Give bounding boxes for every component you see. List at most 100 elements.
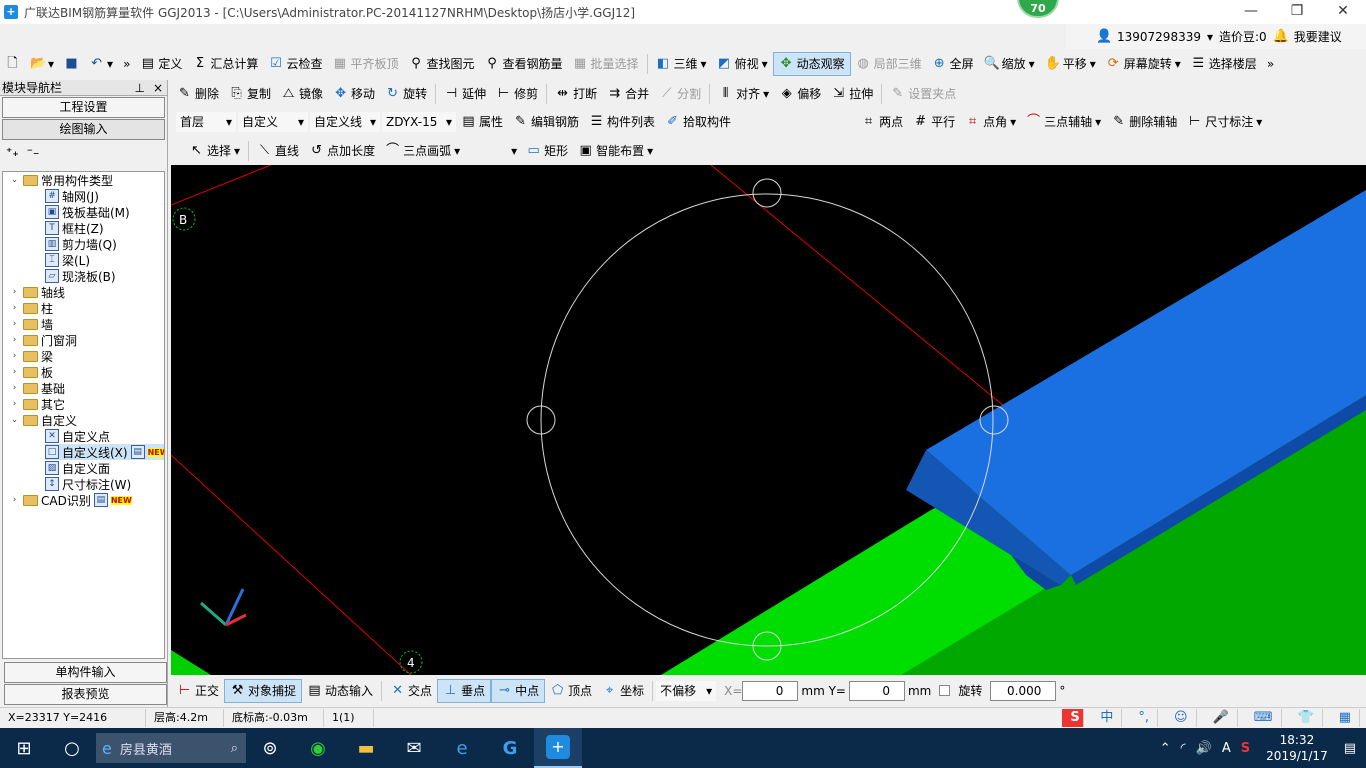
undo-button[interactable]: ↶ ▾ [84, 52, 118, 76]
ime-a-icon[interactable]: A [1222, 741, 1231, 756]
tree-item-custom-face[interactable]: ▨ 自定义面 [45, 460, 110, 476]
parallel-axis-button[interactable]: # 平行 [908, 110, 960, 134]
line-button[interactable]: ⟍ 直线 [252, 139, 304, 163]
rotate-button[interactable]: ↻ 旋转 [380, 82, 432, 106]
coordinate-snap[interactable]: ⌖ 坐标 [597, 679, 649, 703]
save-button[interactable]: ■ [59, 52, 84, 76]
network-icon[interactable]: ◜ [1181, 741, 1186, 756]
stretch-button[interactable]: ⇲ 拉伸 [826, 82, 878, 106]
vertex-snap[interactable]: ⬠ 顶点 [545, 679, 597, 703]
smart-layout-button[interactable]: ▣ 智能布置 ▾ [573, 139, 658, 163]
tree-item-raft[interactable]: ▣ 筏板基础(M) [45, 204, 130, 220]
tree-item-slab[interactable]: ▱ 现浇板(B) [45, 268, 116, 284]
ortho-toggle[interactable]: ⊢ 正交 [172, 679, 224, 703]
offset-select[interactable]: 不偏移 ▾ [656, 680, 717, 701]
clock[interactable]: 18:32 2019/1/17 [1260, 732, 1334, 764]
three-point-arc-button[interactable]: ⌒ 三点画弧 ▾ [380, 139, 465, 163]
select-button[interactable]: ↖ 选择 ▾ [184, 139, 245, 163]
tree-item-walls[interactable]: › 墙 [9, 316, 53, 332]
perpendicular-snap[interactable]: ⊥ 垂点 [437, 678, 492, 703]
rectangle-button[interactable]: ▭ 矩形 [521, 139, 573, 163]
tree-item-grid[interactable]: # 轴网(J) [45, 188, 99, 204]
viewport-3d[interactable]: B 4 [171, 165, 1366, 675]
define-button[interactable]: ▤ 定义 [135, 52, 187, 76]
windows-start-icon[interactable]: ⊞ [0, 728, 48, 768]
zoom-button[interactable]: 🔍 缩放 ▾ [979, 52, 1040, 76]
beans-count[interactable]: 造价豆:0 [1219, 28, 1267, 45]
user-account[interactable]: 13907298339 [1117, 30, 1201, 44]
sogou-icon[interactable]: S [1062, 709, 1085, 727]
merge-button[interactable]: ⇉ 合并 [602, 82, 654, 106]
panel-close-icon[interactable]: × [153, 81, 163, 95]
open-file-button[interactable]: 📂 ▾ [25, 52, 59, 76]
select-floor-button[interactable]: ☰ 选择楼层 [1186, 52, 1262, 76]
type-select[interactable]: 自定义 ▾ [238, 111, 308, 132]
drawing-canvas[interactable]: B 4 [171, 165, 1366, 675]
glodon-app-icon[interactable]: G [486, 728, 534, 768]
volume-icon[interactable]: 🔊 [1196, 741, 1212, 756]
midpoint-snap[interactable]: ⊸ 中点 [491, 678, 546, 703]
edge-icon[interactable]: e [438, 728, 486, 768]
task-view-icon[interactable]: ⊚ [246, 728, 294, 768]
report-preview-button[interactable]: 报表预览 [4, 684, 167, 705]
dynamic-input-toggle[interactable]: ▤ 动态输入 [302, 679, 378, 703]
two-point-axis-button[interactable]: ⌗ 两点 [856, 110, 908, 134]
dynamic-observe-button[interactable]: ✥ 动态观察 [772, 51, 851, 76]
break-button[interactable]: ⇹ 打断 [550, 82, 602, 106]
emoji-icon[interactable]: ☺ [1166, 709, 1197, 727]
orbit-handle-top[interactable] [752, 178, 782, 208]
floor-select[interactable]: 首层 ▾ [176, 111, 236, 132]
mirror-button[interactable]: ⧍ 镜像 [276, 82, 328, 106]
tree-item-dimension[interactable]: ↕ 尺寸标注(W) [45, 476, 131, 492]
tray-up-icon[interactable]: ⌃ [1160, 741, 1171, 756]
tree-item-shearwall[interactable]: ▥ 剪力墙(Q) [45, 236, 117, 252]
dimension-button[interactable]: ⊢ 尺寸标注 ▾ [1182, 110, 1267, 134]
find-element-button[interactable]: ⚲ 查找图元 [403, 52, 479, 76]
tree-item-other[interactable]: › 其它 [9, 396, 65, 412]
object-snap-toggle[interactable]: ⚒ 对象捕捉 [224, 678, 303, 703]
tree-item-beams[interactable]: › 梁 [9, 348, 53, 364]
three-point-axis-button[interactable]: ⌒ 三点辅轴 ▾ [1021, 110, 1106, 134]
copy-button[interactable]: ⎘ 复制 [224, 82, 276, 106]
cortana-icon[interactable]: ○ [48, 728, 96, 768]
set-grip-button[interactable]: ✎ 设置夹点 [885, 82, 961, 106]
align-slab-top-button[interactable]: ▦ 平齐板顶 [327, 52, 403, 76]
punct-icon[interactable]: °, [1130, 709, 1158, 727]
tree-item-custom[interactable]: ⌄ 自定义 [9, 412, 77, 428]
maximize-button[interactable]: ❐ [1274, 0, 1320, 24]
sum-calc-button[interactable]: Σ 汇总计算 [187, 52, 263, 76]
file-explorer-icon[interactable]: ▬ [342, 728, 390, 768]
y-input[interactable]: 0 [848, 680, 905, 701]
local-3d-button[interactable]: ◍ 局部三维 [851, 52, 927, 76]
properties-button[interactable]: ▤ 属性 [456, 110, 508, 134]
tree-item-foundation[interactable]: › 基础 [9, 380, 65, 396]
screen-rotate-button[interactable]: ⟳ 屏幕旋转 ▾ [1101, 52, 1186, 76]
delete-button[interactable]: ✎ 删除 [172, 82, 224, 106]
collapse-all-icon[interactable]: ⁻₋ [27, 145, 40, 159]
x-input[interactable]: 0 [742, 680, 799, 701]
top-view-button[interactable]: ◩ 俯视 ▾ [712, 52, 773, 76]
cloud-check-button[interactable]: ☑ 云检查 [263, 52, 327, 76]
tree-item-column[interactable]: T 框柱(Z) [45, 220, 104, 236]
suggest-link[interactable]: 我要建议 [1294, 28, 1342, 45]
close-button[interactable]: ✕ [1320, 0, 1366, 24]
point-length-button[interactable]: ↺ 点加长度 [304, 139, 380, 163]
bell-icon[interactable]: 🔔 [1273, 29, 1289, 44]
offset-button[interactable]: ◈ 偏移 [774, 82, 826, 106]
skin-icon[interactable]: 👕 [1290, 709, 1323, 727]
new-file-button[interactable]: 🗋 [0, 52, 25, 76]
component-list-button[interactable]: ☰ 构件列表 [584, 110, 660, 134]
tree-item-common[interactable]: ⌄ 常用构件类型 [9, 172, 113, 188]
move-button[interactable]: ✥ 移动 [328, 82, 380, 106]
trim-button[interactable]: ⊢ 修剪 [491, 82, 543, 106]
intersection-snap[interactable]: ✕ 交点 [385, 679, 437, 703]
extend-button[interactable]: ⊣ 延伸 [439, 82, 491, 106]
delete-axis-button[interactable]: ✎ 删除辅轴 [1106, 110, 1182, 134]
mail-icon[interactable]: ✉ [390, 728, 438, 768]
tree-item-openings[interactable]: › 门窗洞 [9, 332, 77, 348]
component-name-select[interactable]: ZDYX-15 ▾ [382, 111, 456, 132]
tree-item-custom-point[interactable]: ✕ 自定义点 [45, 428, 110, 444]
point-angle-axis-button[interactable]: ⌗ 点角 ▾ [960, 110, 1021, 134]
batch-select-button[interactable]: ▦ 批量选择 [568, 52, 644, 76]
tree-item-custom-line[interactable]: □自定义线(X)▤NEW [45, 444, 164, 460]
